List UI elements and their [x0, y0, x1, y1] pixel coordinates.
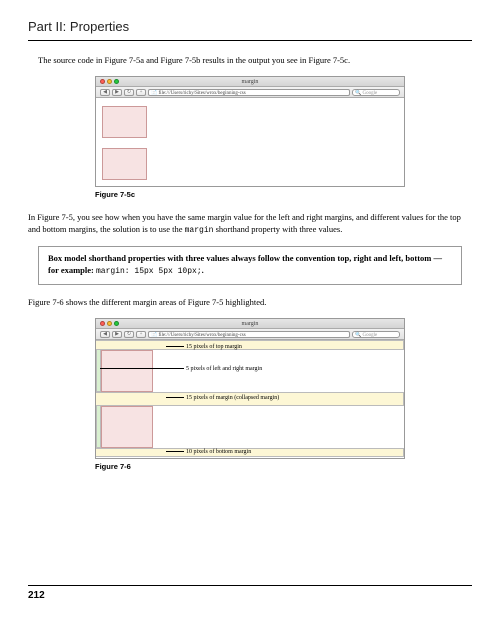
- annotation-middle: 15 pixels of margin (collapsed margin): [186, 394, 279, 402]
- paragraph-explain: In Figure 7-5, you see how when you have…: [28, 212, 472, 236]
- url-bar: 📄 file:///Users/richy/Sites/wrox/beginni…: [148, 89, 350, 96]
- code-example: margin: 15px 5px 10px;: [96, 267, 202, 276]
- top-margin-band: [96, 340, 404, 350]
- viewport-7-5c: [96, 98, 404, 186]
- figure-caption-7-6: Figure 7-6: [95, 462, 405, 472]
- window-titlebar: margin: [96, 77, 404, 87]
- figure-7-6: margin ◀ ▶ ↻ + 📄 file:///Users/richy/Sit…: [95, 318, 405, 472]
- figure-7-5c: margin ◀ ▶ ↻ + 📄 file:///Users/richy/Sit…: [95, 76, 405, 200]
- nav-forward-button: ▶: [112, 331, 122, 338]
- page-number: 212: [28, 585, 472, 603]
- nav-forward-button: ▶: [112, 89, 122, 96]
- demo-box-b: [101, 406, 153, 448]
- tip-callout: Box model shorthand properties with thre…: [38, 246, 462, 284]
- close-icon: [100, 79, 105, 84]
- demo-box-1: [102, 106, 147, 138]
- search-box: 🔍 Google: [352, 89, 400, 96]
- add-button: +: [136, 331, 146, 338]
- search-box-2: 🔍 Google: [352, 331, 400, 338]
- reload-button: ↻: [124, 331, 134, 338]
- window-title-2: margin: [242, 321, 259, 327]
- paragraph-intro: The source code in Figure 7-5a and Figur…: [38, 55, 472, 66]
- section-header: Part II: Properties: [28, 18, 472, 41]
- zoom-icon: [114, 321, 119, 326]
- minimize-icon: [107, 79, 112, 84]
- nav-back-button: ◀: [100, 89, 110, 96]
- window-titlebar-2: margin: [96, 319, 404, 329]
- close-icon: [100, 321, 105, 326]
- demo-box-a: [101, 350, 153, 392]
- url-bar-2: 📄 file:///Users/richy/Sites/wrox/beginni…: [148, 331, 350, 338]
- browser-toolbar: ◀ ▶ ↻ + 📄 file:///Users/richy/Sites/wrox…: [96, 87, 404, 98]
- add-button: +: [136, 89, 146, 96]
- minimize-icon: [107, 321, 112, 326]
- paragraph-7-6-intro: Figure 7-6 shows the different margin ar…: [28, 297, 472, 308]
- reload-button: ↻: [124, 89, 134, 96]
- zoom-icon: [114, 79, 119, 84]
- figure-caption-7-5c: Figure 7-5c: [95, 190, 405, 200]
- window-title: margin: [242, 79, 259, 85]
- annotation-top: 15 pixels of top margin: [186, 343, 242, 351]
- code-margin: margin: [185, 226, 214, 235]
- demo-box-2: [102, 148, 147, 180]
- annotation-bottom: 10 pixels of bottom margin: [186, 448, 251, 456]
- browser-toolbar-2: ◀ ▶ ↻ + 📄 file:///Users/richy/Sites/wrox…: [96, 329, 404, 340]
- viewport-7-6: 15 pixels of top margin 5 pixels of left…: [96, 340, 404, 458]
- annotation-side: 5 pixels of left and right margin: [186, 365, 262, 373]
- nav-back-button: ◀: [100, 331, 110, 338]
